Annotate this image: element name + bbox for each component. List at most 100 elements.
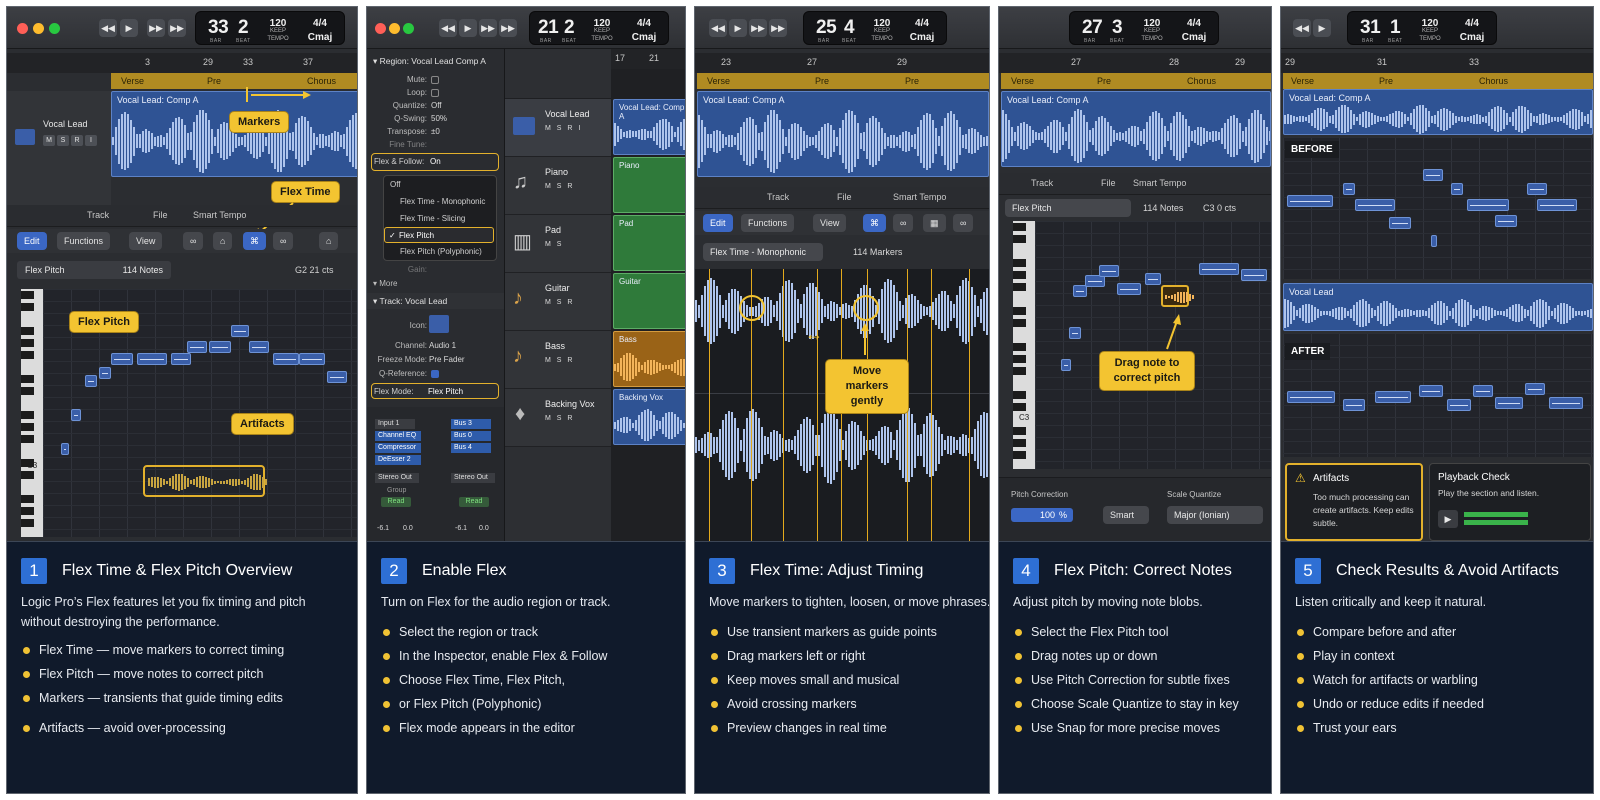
view-menu[interactable]: View bbox=[813, 214, 847, 232]
automation-mode[interactable]: Read bbox=[459, 497, 489, 507]
region-bass[interactable]: Bass bbox=[613, 331, 685, 387]
region-backing-vox[interactable]: Backing Vox bbox=[613, 389, 685, 445]
more-disclosure[interactable]: ▾ More bbox=[373, 279, 397, 288]
functions-menu[interactable]: Functions bbox=[57, 232, 111, 250]
flex-follow-row[interactable]: Flex & Follow: On bbox=[371, 153, 499, 171]
region-vocal[interactable]: Vocal Lead: Comp A bbox=[613, 99, 685, 155]
pitch-note[interactable] bbox=[299, 353, 325, 365]
functions-menu[interactable]: Functions bbox=[741, 214, 795, 232]
track-msi[interactable]: M S bbox=[545, 241, 561, 248]
black-key[interactable] bbox=[21, 423, 34, 431]
output-slot[interactable]: Stereo Out bbox=[375, 473, 419, 483]
track-msi[interactable]: M S R bbox=[545, 183, 572, 190]
send-slot[interactable]: Bus 3 bbox=[451, 419, 491, 429]
arrangement-track[interactable]: Verse Pre Chorus bbox=[1283, 73, 1593, 89]
loop-checkbox[interactable] bbox=[431, 89, 439, 97]
play-icon[interactable]: ▶ bbox=[1438, 510, 1458, 528]
black-key[interactable] bbox=[21, 327, 34, 335]
goto-end-icon[interactable]: ▶▶ bbox=[769, 19, 787, 37]
region-pad[interactable]: Pad bbox=[613, 215, 685, 271]
play-icon[interactable]: ▶ bbox=[1313, 19, 1331, 37]
flex-mode-menu[interactable]: Off Flex Time - Monophonic Flex Time - S… bbox=[383, 175, 497, 261]
bar-ruler[interactable]: 17 21 bbox=[611, 49, 685, 69]
pitch-note[interactable] bbox=[209, 341, 231, 353]
plugin-slot[interactable]: DeEsser 2 bbox=[375, 455, 421, 465]
automation-mode[interactable]: Read bbox=[381, 497, 411, 507]
track-row-guitar[interactable]: ♪ Guitar M S R bbox=[505, 273, 611, 331]
tab-file[interactable]: File bbox=[153, 210, 168, 220]
lcd-display[interactable]: 25 4 BAR BEAT 120 KEEP TEMPO 4/4 Cmaj bbox=[803, 11, 947, 45]
play-icon[interactable]: ▶ bbox=[729, 19, 747, 37]
pitch-correction-slider[interactable]: 100 % bbox=[1011, 508, 1073, 522]
audio-region-after[interactable]: Vocal Lead bbox=[1283, 283, 1593, 331]
flex-tool-icon[interactable]: ⌘ bbox=[243, 232, 266, 250]
black-key[interactable] bbox=[21, 303, 34, 311]
plugin-slot[interactable]: Channel EQ bbox=[375, 431, 421, 441]
rewind-icon[interactable]: ◀◀ bbox=[439, 19, 457, 37]
pitch-note[interactable] bbox=[273, 353, 299, 365]
mute-checkbox[interactable] bbox=[431, 76, 439, 84]
rewind-icon[interactable]: ◀◀ bbox=[709, 19, 727, 37]
track-icon[interactable] bbox=[429, 315, 449, 333]
pitch-note[interactable] bbox=[187, 341, 207, 353]
bar-ruler[interactable]: 23 27 29 bbox=[695, 53, 989, 73]
black-key[interactable] bbox=[21, 435, 34, 443]
track-msi[interactable]: M S R I bbox=[545, 125, 580, 132]
minimize-window-button[interactable] bbox=[389, 23, 400, 34]
tab-track[interactable]: Track bbox=[87, 210, 109, 220]
scale-quantize-dropdown[interactable]: Major (Ionian) bbox=[1167, 506, 1263, 524]
pitch-note[interactable] bbox=[231, 325, 249, 337]
play-icon[interactable]: ▶ bbox=[459, 19, 477, 37]
pitch-note[interactable] bbox=[99, 367, 111, 379]
pitch-note[interactable] bbox=[71, 409, 81, 421]
flex-mode-selector[interactable]: Flex Time - Monophonic bbox=[703, 243, 823, 261]
track-row-bass[interactable]: ♪ Bass M S R bbox=[505, 331, 611, 389]
grid-icon[interactable]: ▦ bbox=[923, 214, 946, 232]
lcd-display[interactable]: 31 1 BAR BEAT 120 KEEP TEMPO 4/4 Cmaj bbox=[1347, 11, 1497, 45]
catch-icon[interactable]: ⌂ bbox=[213, 232, 233, 250]
send-slot[interactable]: Bus 4 bbox=[451, 443, 491, 453]
tab-track[interactable]: Track bbox=[767, 192, 789, 202]
track-row-backing-vox[interactable]: ♦ Backing Vox M S R bbox=[505, 389, 611, 447]
track-msi[interactable]: M S R bbox=[545, 357, 572, 364]
transpose-value[interactable]: ±0 bbox=[431, 127, 440, 136]
menu-item-flex-time-slicing[interactable]: Flex Time - Slicing bbox=[400, 214, 465, 223]
audio-region[interactable]: Vocal Lead: Comp A bbox=[697, 91, 989, 177]
goto-end-icon[interactable]: ▶▶ bbox=[499, 19, 517, 37]
audio-region-before[interactable]: Vocal Lead: Comp A bbox=[1283, 89, 1593, 135]
menu-item-flex-time-mono[interactable]: Flex Time - Monophonic bbox=[400, 197, 485, 206]
black-key[interactable] bbox=[21, 507, 34, 515]
output-slot[interactable]: Stereo Out bbox=[451, 473, 495, 483]
pitch-note[interactable] bbox=[61, 443, 69, 455]
lcd-display[interactable]: 21 2 BAR BEAT 120 KEEP TEMPO 4/4 Cmaj bbox=[529, 11, 669, 45]
menu-item-flex-pitch[interactable]: ✓ Flex Pitch bbox=[384, 227, 494, 243]
forward-icon[interactable]: ▶▶ bbox=[479, 19, 497, 37]
lock-icon[interactable]: ⌂ bbox=[319, 232, 339, 250]
region-guitar[interactable]: Guitar bbox=[613, 273, 685, 329]
black-key[interactable] bbox=[21, 339, 34, 347]
track-msi[interactable]: M S R bbox=[545, 415, 572, 422]
forward-icon[interactable]: ▶▶ bbox=[749, 19, 767, 37]
track-msi[interactable]: M S R bbox=[545, 299, 572, 306]
tab-smart-tempo[interactable]: Smart Tempo bbox=[193, 210, 246, 220]
correction-mode-dropdown[interactable]: Smart bbox=[1103, 506, 1149, 524]
tab-smart-tempo[interactable]: Smart Tempo bbox=[893, 192, 946, 202]
black-key[interactable] bbox=[21, 375, 34, 383]
track-row-pad[interactable]: ▥ Pad M S bbox=[505, 215, 611, 273]
black-key[interactable] bbox=[21, 351, 34, 359]
track-row-vocal[interactable]: Vocal Lead M S R I bbox=[505, 99, 611, 157]
black-key[interactable] bbox=[21, 471, 34, 479]
flex-mode-row[interactable]: Flex Mode: Flex Pitch bbox=[371, 383, 499, 399]
pitch-note[interactable] bbox=[137, 353, 167, 365]
close-window-button[interactable] bbox=[375, 23, 386, 34]
black-key[interactable] bbox=[21, 411, 34, 419]
menu-item-off[interactable]: Off bbox=[390, 180, 401, 189]
quantize-value[interactable]: Off bbox=[431, 101, 442, 110]
region-piano[interactable]: Piano bbox=[613, 157, 685, 213]
pitch-note[interactable] bbox=[249, 341, 269, 353]
menu-item-flex-pitch-poly[interactable]: Flex Pitch (Polyphonic) bbox=[400, 247, 482, 256]
black-key[interactable] bbox=[21, 495, 34, 503]
bar-ruler[interactable]: 29 31 33 bbox=[1281, 53, 1593, 73]
pitch-note[interactable] bbox=[85, 375, 97, 387]
flex-tool-icon[interactable]: ⌘ bbox=[863, 214, 886, 232]
